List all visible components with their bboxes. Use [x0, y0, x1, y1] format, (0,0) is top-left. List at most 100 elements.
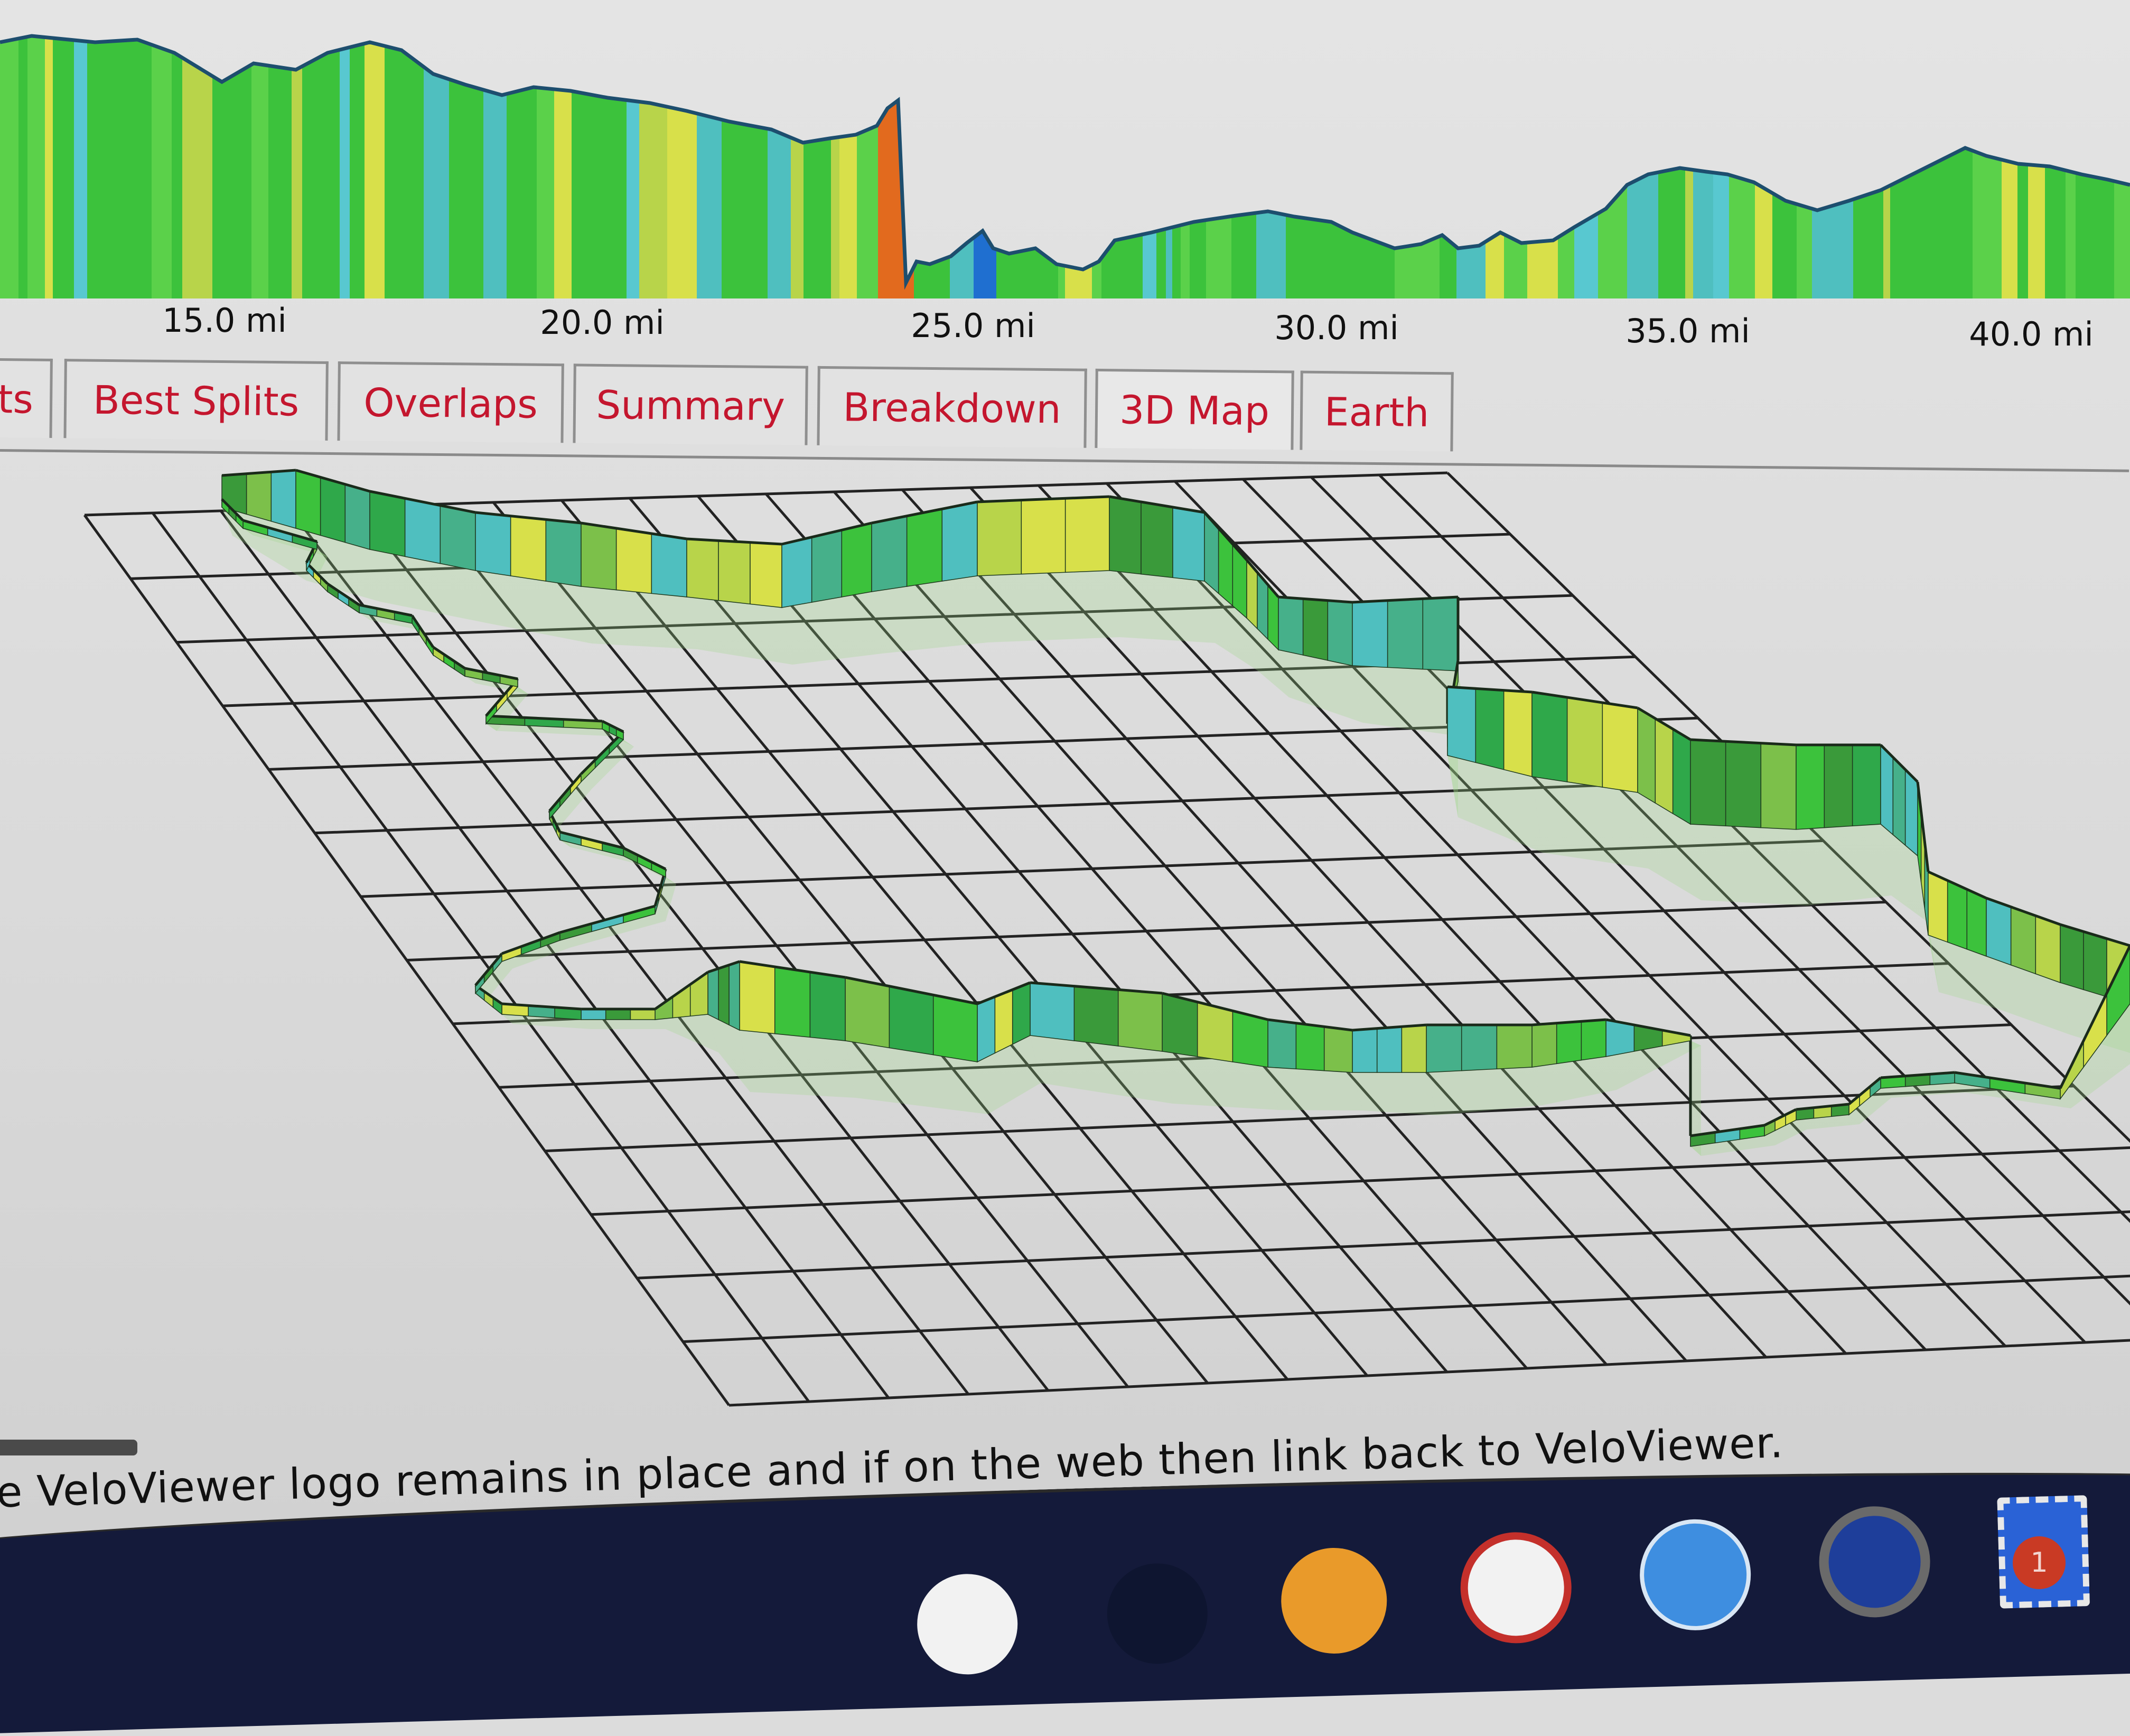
- tab-label: Best Splits: [92, 377, 300, 425]
- ribbon-segment: [1162, 993, 1198, 1057]
- tab-label: 3D Map: [1119, 387, 1270, 434]
- ribbon-segment: [295, 470, 321, 536]
- gradient-segment: [1864, 36, 1884, 298]
- ribbon-segment: [977, 996, 996, 1063]
- gradient-segment: [2076, 36, 2089, 298]
- gradient-segment: [639, 36, 668, 298]
- tab-earth[interactable]: Earth: [1300, 370, 1454, 452]
- ribbon-segment: [1012, 982, 1031, 1045]
- tab-breakdown[interactable]: Breakdown: [817, 366, 1087, 448]
- gradient-segment: [804, 36, 810, 298]
- ribbon-segment: [1655, 717, 1674, 815]
- ribbon-segment: [1892, 756, 1906, 846]
- axis-label-15mi: 15.0 mi: [162, 301, 287, 340]
- gradient-segment: [2114, 36, 2130, 298]
- gradient-segment: [1127, 36, 1143, 298]
- ribbon-segment: [1073, 985, 1119, 1047]
- elevation-profile-chart[interactable]: [0, 0, 2130, 306]
- horizontal-scrollbar[interactable]: [0, 1440, 137, 1455]
- gradient-segment: [1729, 36, 1755, 298]
- gradient-segment: [1308, 36, 1324, 298]
- gradient-segment: [1374, 36, 1395, 298]
- ribbon-segment: [1986, 897, 2012, 966]
- gradient-segment: [74, 36, 88, 298]
- axis-label-40mi: 40.0 mi: [1969, 315, 2094, 353]
- ribbon-segment: [1602, 702, 1638, 793]
- gradient-segment: [221, 36, 252, 298]
- tab-summary[interactable]: Summary: [573, 363, 808, 445]
- gradient-segment: [268, 36, 292, 298]
- gradient-segment: [1323, 36, 1352, 298]
- gradient-segment: [1190, 36, 1207, 298]
- gradient-segment: [1256, 36, 1286, 298]
- ribbon-segment: [246, 471, 272, 522]
- ribbon-segment: [1352, 1028, 1378, 1073]
- gradient-segment: [172, 36, 183, 298]
- ribbon-segment: [1581, 1019, 1606, 1061]
- ribbon-segment: [581, 1009, 606, 1020]
- gradient-segment: [1574, 36, 1599, 298]
- ribbon-segment: [615, 528, 652, 594]
- ribbon-segment: [1947, 880, 1968, 950]
- gradient-segment: [0, 36, 19, 298]
- ribbon-segment: [1672, 728, 1691, 825]
- tab-label: Earth: [1324, 389, 1430, 436]
- gradient-segment: [424, 36, 450, 298]
- gradient-segment: [697, 36, 722, 298]
- gradient-segment: [768, 36, 791, 298]
- gradient-segment: [1755, 36, 1773, 298]
- notification-badge: 1: [2013, 1536, 2066, 1589]
- 3d-route-map[interactable]: [0, 454, 2130, 1426]
- ribbon-segment: [811, 529, 843, 603]
- dock-app-icon[interactable]: [915, 1572, 1019, 1676]
- gradient-segment: [1890, 36, 1910, 298]
- ribbon-segment: [1475, 688, 1505, 770]
- ribbon-segment: [1109, 496, 1142, 575]
- gradient-segment: [1440, 36, 1457, 298]
- ribbon-segment: [630, 1009, 656, 1020]
- ribbon-segment: [1422, 596, 1459, 671]
- dock-app-icon[interactable]: [1279, 1546, 1389, 1655]
- tab-best-splits[interactable]: Best Splits: [63, 359, 329, 441]
- gradient-segment: [974, 36, 997, 298]
- ribbon-segment: [1352, 600, 1388, 668]
- tab-overlaps[interactable]: Overlaps: [337, 361, 564, 443]
- ribbon-segment: [686, 538, 719, 601]
- gradient-segment: [1051, 36, 1059, 298]
- tab-partial[interactable]: ts: [0, 358, 53, 438]
- gradient-segment: [1286, 36, 1309, 298]
- ribbon-segment: [1725, 741, 1762, 828]
- gradient-segment: [1092, 36, 1102, 298]
- gradient-segment: [589, 36, 602, 298]
- gradient-segment: [2028, 36, 2045, 298]
- ribbon-segment: [774, 966, 811, 1038]
- ribbon-segment: [1323, 1026, 1353, 1073]
- ribbon-segment: [1302, 598, 1329, 661]
- gradient-segment: [507, 36, 537, 298]
- ribbon-segment: [545, 519, 582, 587]
- axis-label-35mi: 35.0 mi: [1625, 312, 1750, 350]
- gradient-segment: [1772, 36, 1797, 298]
- dock-app-icon[interactable]: [1817, 1505, 1932, 1619]
- route-shadow: [222, 507, 2130, 1156]
- gradient-segment: [1527, 36, 1558, 298]
- ribbon-segment: [707, 968, 719, 1021]
- ribbon-segment: [1966, 889, 1987, 957]
- tab-3d-map[interactable]: 3D Map: [1095, 368, 1294, 450]
- dock-app-icon[interactable]: [1459, 1530, 1573, 1645]
- gradient-segment: [1812, 36, 1844, 298]
- gradient-segment: [1558, 36, 1575, 298]
- safari-icon[interactable]: [1638, 1517, 1753, 1632]
- gradient-segment: [537, 36, 555, 298]
- dock-app-icon[interactable]: [1106, 1562, 1209, 1665]
- gradient-segment: [1172, 36, 1181, 298]
- ribbon-segment: [977, 499, 1022, 576]
- ribbon-segment: [270, 470, 296, 529]
- gradient-segment: [943, 36, 950, 298]
- gradient-segment: [2017, 36, 2029, 298]
- gradient-segment: [87, 36, 110, 298]
- gradient-segment: [572, 36, 590, 298]
- gradient-segment: [1883, 36, 1891, 298]
- ribbon-segment: [845, 977, 890, 1049]
- gradient-segment: [1658, 36, 1686, 298]
